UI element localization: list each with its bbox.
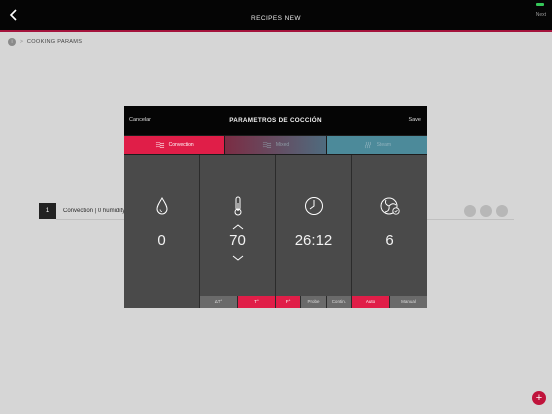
steam-icon [364, 141, 371, 149]
humidity-value: 0 [157, 232, 166, 249]
fan-mode-selector: Auto Manual [352, 296, 427, 308]
modal-title: PARAMETROS DE COCCIÓN [229, 117, 322, 124]
time-value: 26:12 [294, 232, 333, 249]
water-drop-icon [155, 197, 168, 215]
convection-icon [155, 141, 164, 149]
fan-mode-auto[interactable]: Auto [352, 296, 389, 308]
fan-speed-icon [380, 197, 400, 215]
temperature-mode-selector: ΔT° T° [200, 296, 275, 308]
mode-label: Mixed [275, 142, 290, 148]
step-summary[interactable]: Convection | 0 humidity [63, 208, 125, 214]
thermometer-icon [234, 196, 241, 216]
modal-header: Cancelar PARAMETROS DE COCCIÓN Save [124, 106, 427, 135]
mode-steam[interactable]: Steam [326, 136, 427, 154]
chevron-up-icon[interactable] [232, 224, 244, 230]
page-title: RECIPES NEW [251, 15, 301, 22]
mode-mixed[interactable]: Mixed [225, 136, 326, 154]
save-button[interactable]: Save [408, 117, 421, 123]
temp-mode-delta[interactable]: ΔT° [200, 296, 237, 308]
parameter-columns: 0 70 ΔT° T° 26:12 F° Probe Contin. 6 Aut… [124, 155, 427, 308]
mode-label: Convection [168, 142, 194, 148]
breadcrumb-home-icon[interactable]: i [8, 38, 16, 46]
temperature-value: 70 [229, 232, 246, 249]
battery-indicator [536, 3, 544, 6]
edit-icon[interactable] [464, 205, 476, 217]
temp-mode-f[interactable]: F° [276, 296, 301, 308]
cooking-params-modal: Cancelar PARAMETROS DE COCCIÓN Save Conv… [124, 106, 427, 308]
mode-label: Steam [376, 142, 392, 148]
breadcrumb: i > COOKING PARAMS [8, 37, 82, 47]
humidity-column[interactable]: 0 [124, 155, 199, 308]
breadcrumb-current: COOKING PARAMS [26, 39, 83, 45]
row-divider [56, 219, 126, 220]
mode-convection[interactable]: Convection [124, 136, 225, 154]
mixed-icon [262, 141, 271, 149]
time-column[interactable]: 26:12 F° Probe Contin. [276, 155, 351, 308]
add-step-button[interactable]: + [532, 391, 546, 405]
chevron-down-icon[interactable] [232, 255, 244, 261]
fan-value: 6 [385, 232, 394, 249]
row-divider [427, 219, 514, 220]
next-button[interactable]: Next [536, 12, 546, 18]
clock-icon [304, 197, 323, 215]
time-mode-continuous[interactable]: Contin. [326, 296, 351, 308]
temp-mode-t[interactable]: T° [238, 296, 275, 308]
copy-icon[interactable] [496, 205, 508, 217]
time-mode-selector: F° Probe Contin. [276, 296, 351, 308]
breadcrumb-separator: > [20, 39, 23, 45]
step-number-badge: 1 [39, 203, 56, 219]
delete-icon[interactable] [480, 205, 492, 217]
cooking-mode-selector: Convection Mixed Steam [124, 135, 427, 155]
time-mode-probe[interactable]: Probe [301, 296, 326, 308]
temperature-column[interactable]: 70 ΔT° T° [200, 155, 275, 308]
fan-column[interactable]: 6 Auto Manual [352, 155, 427, 308]
fan-mode-manual[interactable]: Manual [390, 296, 427, 308]
top-navigation-bar: RECIPES NEW Next [0, 0, 552, 32]
